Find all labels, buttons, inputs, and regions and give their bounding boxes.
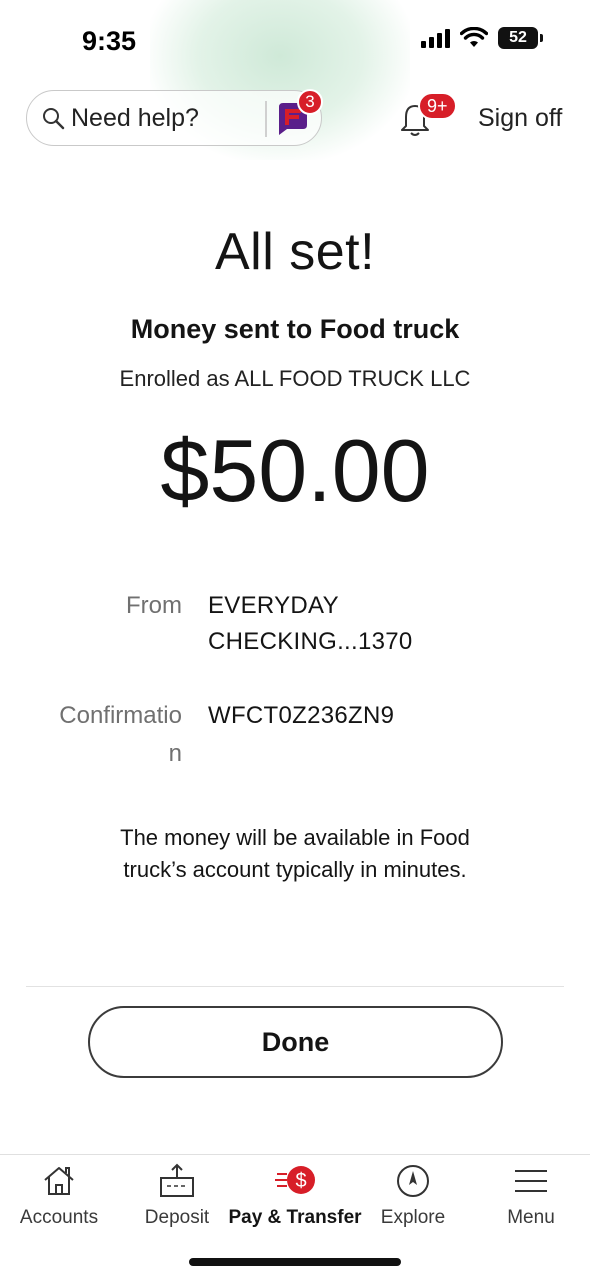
confirmation-label-line1: Confirmatio [59,702,182,729]
home-icon [44,1167,74,1195]
from-account-line2: CHECKING...1370 [208,628,413,655]
sign-off-link[interactable]: Sign off [478,104,562,133]
assistant-badge: 3 [297,89,323,115]
section-divider [26,986,564,987]
nav-label-menu: Menu [507,1207,555,1228]
compass-icon [397,1165,429,1197]
need-help-search[interactable]: Need help? 3 [26,89,323,146]
pill-divider [265,101,267,137]
nav-label-accounts: Accounts [19,1207,99,1228]
status-icons: 52 [421,27,543,49]
svg-text:$: $ [295,1170,306,1192]
done-button[interactable]: Done [88,1006,503,1078]
nav-label-pay-transfer: Pay & Transfer [228,1207,362,1228]
need-help-text: Need help? [71,103,199,132]
nav-deposit[interactable]: Deposit [118,1155,236,1255]
wifi-icon [460,27,488,47]
from-label: From [126,592,182,619]
enrolled-name: Enrolled as ALL FOOD TRUCK LLC [119,366,471,391]
nav-label-deposit: Deposit [144,1207,210,1228]
status-bar: 9:35 52 [0,0,590,80]
pay-transfer-icon: $ [275,1166,315,1194]
menu-icon [515,1170,547,1192]
search-icon [43,108,65,130]
nav-label-explore: Explore [380,1207,446,1228]
deposit-icon [160,1163,194,1197]
nav-explore[interactable]: Explore [354,1155,472,1255]
amount-sent: $50.00 [160,421,430,520]
status-time: 9:35 [82,26,137,56]
availability-note: The money will be available in Food truc… [120,825,470,882]
nav-pay-transfer[interactable]: $ Pay & Transfer [228,1155,362,1255]
page-title: All set! [214,223,376,281]
home-indicator[interactable] [189,1258,401,1266]
notification-badge: 9+ [418,92,457,120]
confirmation-label-line2: n [168,740,182,767]
signal-icon [421,28,450,48]
battery-icon: 52 [498,27,543,49]
nav-accounts[interactable]: Accounts [0,1155,118,1255]
confirmation-number: WFCT0Z236ZN9 [208,702,395,729]
recipient-heading: Money sent to Food truck [130,314,460,344]
nav-menu[interactable]: Menu [472,1155,590,1255]
from-account-line1: EVERYDAY [208,592,339,619]
